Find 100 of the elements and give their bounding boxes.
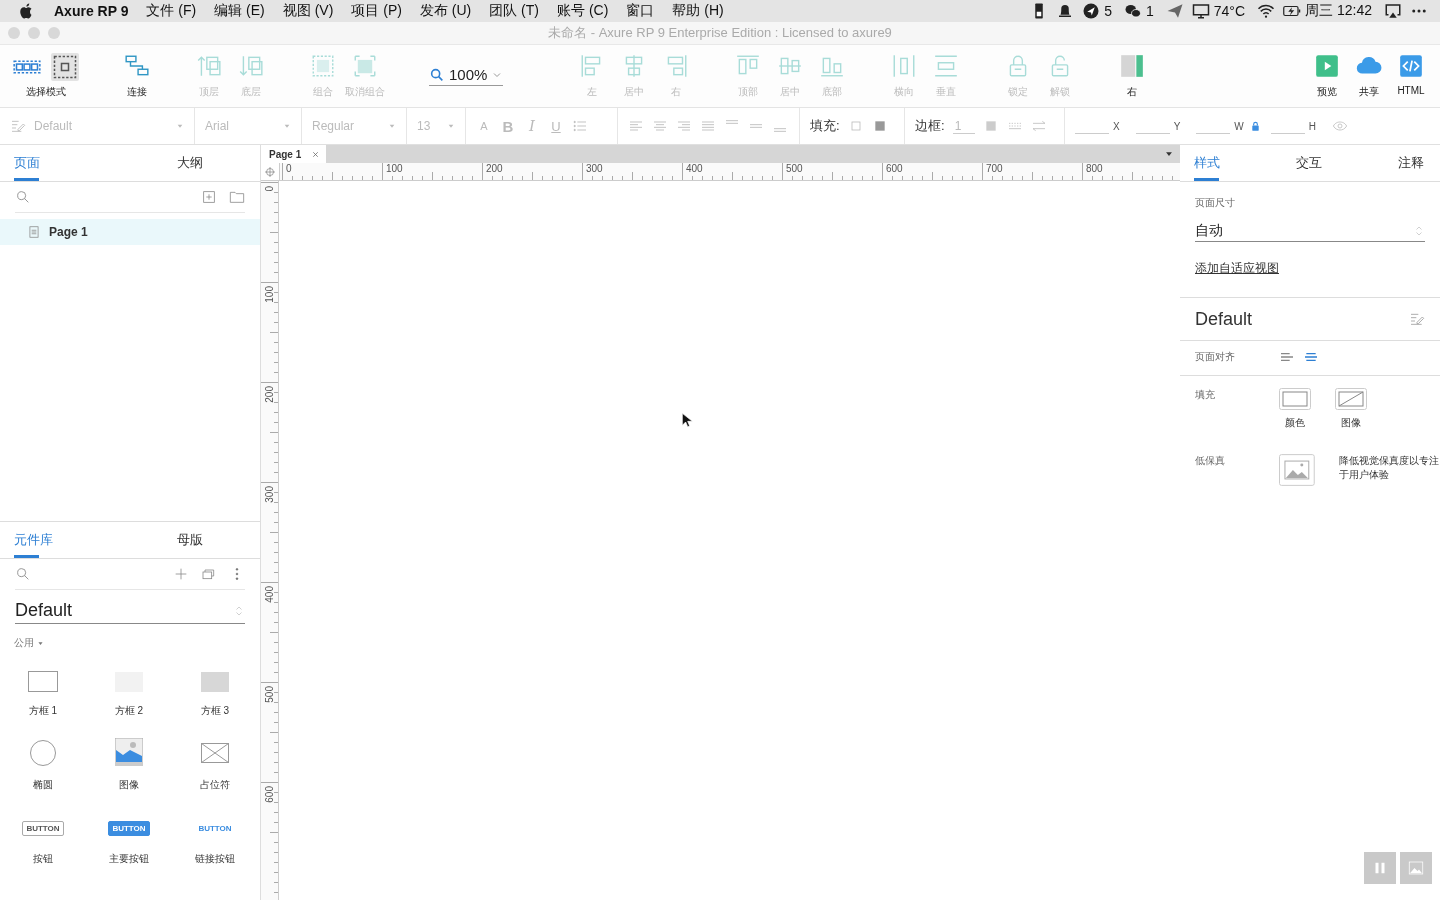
- pencil-lines-icon: [10, 118, 26, 134]
- cloud-tool[interactable]: 共享: [1348, 53, 1390, 99]
- menu-item[interactable]: 文件 (F): [146, 2, 197, 20]
- ruler-label: 100: [264, 286, 275, 303]
- color-swatch[interactable]: [1279, 388, 1311, 410]
- image-button[interactable]: [1400, 852, 1432, 884]
- panel-tab[interactable]: 交互: [1270, 145, 1348, 181]
- library-dropdown[interactable]: Default: [15, 600, 245, 624]
- rectangle-preview[interactable]: [28, 671, 58, 692]
- ruler-label: 800: [1086, 163, 1103, 174]
- document-tab[interactable]: Page 1: [261, 145, 327, 163]
- group-toggle[interactable]: 公用: [14, 636, 246, 650]
- ruler-label: 600: [886, 163, 903, 174]
- close-icon[interactable]: [311, 149, 321, 159]
- field-label: 低保真: [1195, 454, 1226, 468]
- pause-button[interactable]: [1364, 852, 1396, 884]
- low-fidelity-description: 降低视觉保真度以专注于用户体验: [1338, 454, 1440, 482]
- plus-icon[interactable]: [173, 566, 189, 582]
- menu-item[interactable]: 窗口: [626, 2, 655, 20]
- option-label: 颜色: [1285, 416, 1305, 430]
- placeholder-preview[interactable]: [201, 743, 229, 763]
- image-preview[interactable]: [115, 738, 143, 766]
- widget-label: 图像: [119, 778, 139, 792]
- status-text: 74°C: [1213, 3, 1246, 19]
- ruler-label: 200: [486, 163, 503, 174]
- menu-item[interactable]: 视图 (V): [282, 2, 334, 20]
- copy-icon[interactable]: [201, 566, 217, 582]
- page-icon: [27, 225, 41, 239]
- ruler-label: 700: [986, 163, 1003, 174]
- close-dot[interactable]: [8, 27, 20, 39]
- page-item[interactable]: Page 1: [0, 219, 260, 245]
- menu-item[interactable]: 账号 (C): [557, 2, 609, 20]
- chat-bubbles-icon[interactable]: [1124, 2, 1142, 20]
- panel-tab[interactable]: 页面: [0, 145, 120, 181]
- field-label: 页面尺寸: [1195, 196, 1236, 210]
- panel-tab[interactable]: 大纲: [120, 145, 260, 181]
- menu-item[interactable]: 项目 (P): [351, 2, 402, 20]
- play-icon: [1314, 53, 1340, 79]
- caret-icon: [37, 639, 44, 647]
- menu-item[interactable]: 团队 (T): [489, 2, 539, 20]
- crosshair-icon[interactable]: [264, 165, 276, 178]
- option-label: 图像: [1341, 416, 1361, 430]
- ruler-label: 400: [264, 586, 275, 603]
- play-tool[interactable]: 预览: [1306, 53, 1348, 99]
- button-preview[interactable]: BUTTON: [108, 821, 150, 836]
- widget-label: 方框 2: [114, 704, 144, 718]
- folder-icon[interactable]: [229, 189, 245, 205]
- ruler-label: 300: [586, 163, 603, 174]
- dashed-square-button[interactable]: [51, 53, 79, 81]
- cursor-icon: [679, 410, 695, 430]
- menu-item[interactable]: 编辑 (E): [214, 2, 265, 20]
- fill-label: 填充:: [810, 117, 840, 135]
- ruler-label: 400: [686, 163, 703, 174]
- window-title: 未命名 - Axure RP 9 Enterprise Edition : Licensed to axure9: [547, 24, 893, 42]
- search-icon[interactable]: [15, 566, 31, 582]
- group-icon: [310, 53, 336, 79]
- distribute-vertical-icon: [933, 53, 960, 79]
- panel-tab[interactable]: 母版: [120, 522, 260, 558]
- low-fidelity-toggle[interactable]: [1279, 454, 1315, 486]
- zoom-dot[interactable]: [48, 27, 60, 39]
- monitor-icon[interactable]: [1191, 2, 1210, 20]
- panel-tab[interactable]: 元件库: [0, 522, 120, 558]
- wifi-icon[interactable]: [1257, 2, 1276, 20]
- zoom-dropdown[interactable]: 100%: [429, 66, 504, 86]
- connector-tool[interactable]: 连接: [116, 53, 158, 99]
- search-icon[interactable]: [15, 189, 31, 205]
- ruler-label: 300: [264, 486, 275, 503]
- send-back-icon: [238, 53, 264, 79]
- adaptive-view-link[interactable]: 添加自适应视图: [1195, 260, 1279, 277]
- link-button-preview[interactable]: BUTTON: [194, 821, 236, 836]
- field-label: 填充: [1195, 388, 1216, 402]
- status-text: 5: [1104, 3, 1112, 19]
- panel-tab[interactable]: 样式: [1180, 145, 1271, 181]
- image-icon: [1407, 859, 1425, 877]
- page-name: Page 1: [49, 225, 88, 239]
- coordinate-label: X: [1113, 120, 1120, 132]
- panel-toggle-tool[interactable]: 右: [1111, 53, 1154, 99]
- add-page-icon[interactable]: [201, 189, 217, 205]
- menu-item[interactable]: 帮助 (H): [672, 2, 724, 20]
- tool-label: 选择模式: [26, 85, 66, 99]
- edit-icon[interactable]: [1409, 311, 1425, 327]
- ruler-label: 0: [264, 186, 275, 192]
- screen-share-icon[interactable]: [1384, 2, 1402, 20]
- minimize-dot[interactable]: [28, 27, 40, 39]
- page-size-dropdown[interactable]: 自动: [1195, 222, 1425, 242]
- coordinate-label: H: [1308, 120, 1317, 132]
- border-label: 边框:: [915, 117, 945, 135]
- menu-item[interactable]: 发布 (U): [419, 2, 472, 20]
- status-text: 1: [1146, 3, 1154, 19]
- ruler-label: 0: [286, 163, 292, 174]
- widget-label: 链接按钮: [195, 852, 235, 866]
- ruler-label: 100: [386, 163, 403, 174]
- button-preview[interactable]: BUTTON: [22, 821, 64, 836]
- badge-icon[interactable]: [1082, 2, 1101, 20]
- app-menu[interactable]: Axure RP 9: [54, 3, 129, 19]
- panel-tab[interactable]: 注释: [1347, 145, 1440, 181]
- code-tool[interactable]: HTML: [1390, 53, 1432, 99]
- image-fill-swatch[interactable]: [1335, 388, 1367, 410]
- coordinate-label: W: [1234, 120, 1244, 132]
- code-icon: [1398, 53, 1424, 79]
